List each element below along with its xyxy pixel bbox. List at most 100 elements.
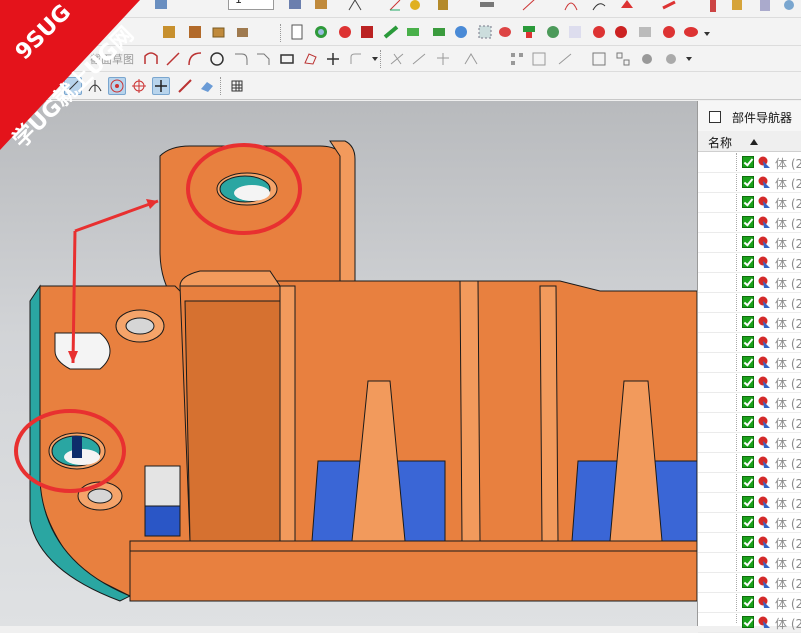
dimension-icon[interactable] (556, 50, 574, 68)
extend-icon[interactable] (410, 50, 428, 68)
visibility-checkbox[interactable] (742, 276, 754, 288)
visibility-checkbox[interactable] (742, 476, 754, 488)
green-red-block-icon[interactable] (520, 23, 538, 41)
mirror-icon[interactable] (234, 23, 252, 41)
red-gear-2-icon[interactable] (612, 23, 630, 41)
graphics-viewport[interactable] (0, 101, 697, 626)
point-icon[interactable] (324, 50, 342, 68)
layer-combo[interactable]: 1 (228, 0, 274, 10)
view-icon[interactable] (152, 0, 170, 14)
visibility-checkbox[interactable] (742, 196, 754, 208)
visibility-checkbox[interactable] (742, 376, 754, 388)
visibility-checkbox[interactable] (742, 236, 754, 248)
red-square-icon[interactable] (358, 23, 376, 41)
spline-icon[interactable] (562, 0, 580, 14)
visibility-checkbox[interactable] (742, 456, 754, 468)
green-face-icon[interactable] (382, 23, 400, 41)
list-item[interactable]: 体 (2 (698, 613, 801, 633)
move-layer-icon[interactable] (312, 0, 330, 14)
curve-icon[interactable] (520, 0, 538, 14)
green-grid-icon[interactable] (404, 23, 422, 41)
list-item[interactable]: 体 (2 (698, 353, 801, 373)
visibility-checkbox[interactable] (742, 176, 754, 188)
trim-icon[interactable] (388, 50, 406, 68)
list-item[interactable]: 体 (2 (698, 313, 801, 333)
analysis-icon[interactable] (434, 0, 452, 14)
component-icon[interactable] (186, 23, 204, 41)
list-item[interactable]: 体 (2 (698, 293, 801, 313)
red-pair-icon[interactable] (660, 23, 678, 41)
visibility-checkbox[interactable] (742, 156, 754, 168)
list-item[interactable]: 体 (2 (698, 153, 801, 173)
visibility-checkbox[interactable] (742, 396, 754, 408)
wcs-icon[interactable] (386, 0, 404, 14)
list-item[interactable]: 体 (2 (698, 233, 801, 253)
pattern-icon[interactable] (508, 50, 526, 68)
list-item[interactable]: 体 (2 (698, 173, 801, 193)
visibility-checkbox[interactable] (742, 616, 754, 628)
rectangle-icon[interactable] (278, 50, 296, 68)
list-item[interactable]: 体 (2 (698, 433, 801, 453)
fillet-icon[interactable] (232, 50, 250, 68)
list-item[interactable]: 体 (2 (698, 213, 801, 233)
row3-more-arrow-icon[interactable] (686, 57, 692, 61)
visibility-checkbox[interactable] (742, 296, 754, 308)
help-icon[interactable] (756, 0, 774, 14)
surface-icon[interactable] (618, 0, 636, 14)
visibility-checkbox[interactable] (742, 536, 754, 548)
list-item[interactable]: 体 (2 (698, 413, 801, 433)
list-item[interactable]: 体 (2 (698, 253, 801, 273)
line-icon[interactable] (164, 50, 182, 68)
corner-icon[interactable] (434, 50, 452, 68)
list-item[interactable]: 体 (2 (698, 373, 801, 393)
extra-icon[interactable] (780, 0, 798, 14)
list-item[interactable]: 体 (2 (698, 333, 801, 353)
arc-icon[interactable] (186, 50, 204, 68)
more-arrow-icon[interactable] (704, 32, 710, 36)
offset-curve-icon[interactable] (348, 50, 366, 68)
paint-icon[interactable] (638, 50, 656, 68)
visibility-checkbox[interactable] (742, 556, 754, 568)
assembly-icon[interactable] (160, 23, 178, 41)
visibility-checkbox[interactable] (742, 516, 754, 528)
profile-icon[interactable] (142, 50, 160, 68)
list-item[interactable]: 体 (2 (698, 393, 801, 413)
name-column-header[interactable]: 名称 (698, 131, 801, 152)
layer-settings-icon[interactable] (286, 0, 304, 14)
list-item[interactable]: 体 (2 (698, 513, 801, 533)
red-star-icon[interactable] (336, 23, 354, 41)
snap-icon[interactable] (346, 0, 364, 14)
visibility-checkbox[interactable] (742, 316, 754, 328)
snap-intersection-icon[interactable] (152, 77, 170, 95)
box-icon[interactable] (210, 23, 228, 41)
measure-icon[interactable] (478, 0, 496, 14)
list-item[interactable]: 体 (2 (698, 453, 801, 473)
green-ring-icon[interactable] (312, 23, 330, 41)
list-item[interactable]: 体 (2 (698, 593, 801, 613)
feature-icon[interactable] (704, 0, 722, 14)
tools-icon[interactable] (728, 0, 746, 14)
navigator-pin-checkbox[interactable] (709, 111, 721, 123)
visibility-checkbox[interactable] (742, 356, 754, 368)
sweep-icon[interactable] (660, 0, 678, 14)
visibility-checkbox[interactable] (742, 336, 754, 348)
move-object-icon[interactable] (406, 0, 424, 14)
visibility-checkbox[interactable] (742, 596, 754, 608)
list-item[interactable]: 体 (2 (698, 273, 801, 293)
settings-icon[interactable] (662, 50, 680, 68)
snap-face-icon[interactable] (198, 77, 216, 95)
visibility-checkbox[interactable] (742, 496, 754, 508)
shell-icon[interactable] (636, 23, 654, 41)
list-item[interactable]: 体 (2 (698, 493, 801, 513)
snap-on-curve-icon[interactable] (176, 77, 194, 95)
cross-icon[interactable] (566, 23, 584, 41)
list-item[interactable]: 体 (2 (698, 533, 801, 553)
blank-page-icon[interactable] (288, 23, 306, 41)
red-gear-icon[interactable] (590, 23, 608, 41)
red-cylinder-icon[interactable] (496, 23, 514, 41)
red-fillet-icon[interactable] (682, 23, 700, 41)
polygon-icon[interactable] (302, 50, 320, 68)
visibility-checkbox[interactable] (742, 256, 754, 268)
visibility-checkbox[interactable] (742, 576, 754, 588)
chamfer-icon[interactable] (254, 50, 272, 68)
